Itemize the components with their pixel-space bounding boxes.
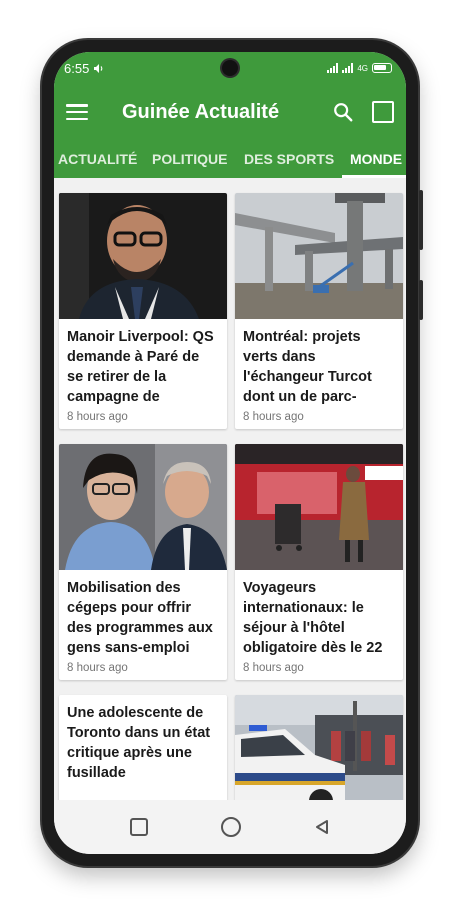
volume-button — [419, 190, 423, 250]
power-button — [419, 280, 423, 320]
article-image-two-people — [59, 444, 227, 570]
article-time: 8 hours ago — [67, 662, 128, 674]
front-camera — [222, 60, 238, 76]
article-card[interactable]: Voyageurs internationaux: le séjour à l'… — [235, 444, 403, 680]
article-time: 8 hours ago — [243, 662, 304, 674]
article-time: 8 hours ago — [243, 411, 304, 423]
article-grid: Manoir Liverpool: QS demande à Paré de s… — [54, 178, 406, 800]
article-title: Voyageurs internationaux: le séjour à l'… — [243, 580, 383, 656]
status-left: 6:55 — [64, 61, 105, 76]
system-nav-bar — [54, 800, 406, 854]
app-bar: Guinée Actualité — [54, 84, 406, 140]
battery-icon — [372, 63, 392, 73]
screen: 6:55 4G Guinée Actualité ACTUALITÉ POLIT… — [54, 52, 406, 854]
tab-politique[interactable]: POLITIQUE — [152, 140, 227, 178]
article-card[interactable]: Mobilisation des cégeps pour offrir des … — [59, 444, 227, 680]
status-bar: 6:55 4G — [54, 52, 406, 84]
category-tabs: ACTUALITÉ POLITIQUE DES SPORTS MONDE — [54, 140, 406, 178]
status-time: 6:55 — [64, 60, 90, 76]
signal-icon — [327, 63, 339, 73]
status-right: 4G — [327, 63, 392, 73]
article-image-highway-interchange — [235, 193, 403, 319]
article-title: Manoir Liverpool: QS demande à Paré de s… — [67, 329, 214, 405]
article-title: Une adolescente de Toronto dans un état … — [67, 705, 211, 781]
tab-actualite[interactable]: ACTUALITÉ — [58, 140, 137, 178]
network-type: 4G — [357, 63, 368, 73]
hamburger-icon[interactable] — [66, 104, 88, 120]
article-image-airport-traveler — [235, 444, 403, 570]
tab-des-sports[interactable]: DES SPORTS — [244, 140, 334, 178]
square-icon[interactable] — [372, 101, 394, 123]
article-title: Montréal: projets verts dans l'échangeur… — [243, 329, 372, 405]
circle-nav-icon[interactable] — [220, 817, 241, 837]
article-time: 8 hours ago — [67, 411, 128, 423]
article-card[interactable] — [235, 695, 403, 800]
tab-monde[interactable]: MONDE — [341, 140, 406, 178]
article-card[interactable]: Une adolescente de Toronto dans un état … — [59, 695, 227, 800]
app-title: Guinée Actualité — [122, 100, 280, 123]
signal-icon-2 — [342, 63, 354, 73]
article-image-police-car — [235, 695, 403, 800]
article-card[interactable]: Montréal: projets verts dans l'échangeur… — [235, 193, 403, 429]
article-title: Mobilisation des cégeps pour offrir des … — [67, 580, 213, 656]
square-nav-icon[interactable] — [130, 818, 149, 836]
search-icon[interactable] — [332, 101, 354, 123]
triangle-back-icon[interactable] — [314, 819, 330, 835]
volume-icon — [94, 63, 103, 73]
article-image-portrait-man — [59, 193, 227, 319]
phone-frame: 6:55 4G Guinée Actualité ACTUALITÉ POLIT… — [42, 40, 423, 866]
article-card[interactable]: Manoir Liverpool: QS demande à Paré de s… — [59, 193, 227, 429]
